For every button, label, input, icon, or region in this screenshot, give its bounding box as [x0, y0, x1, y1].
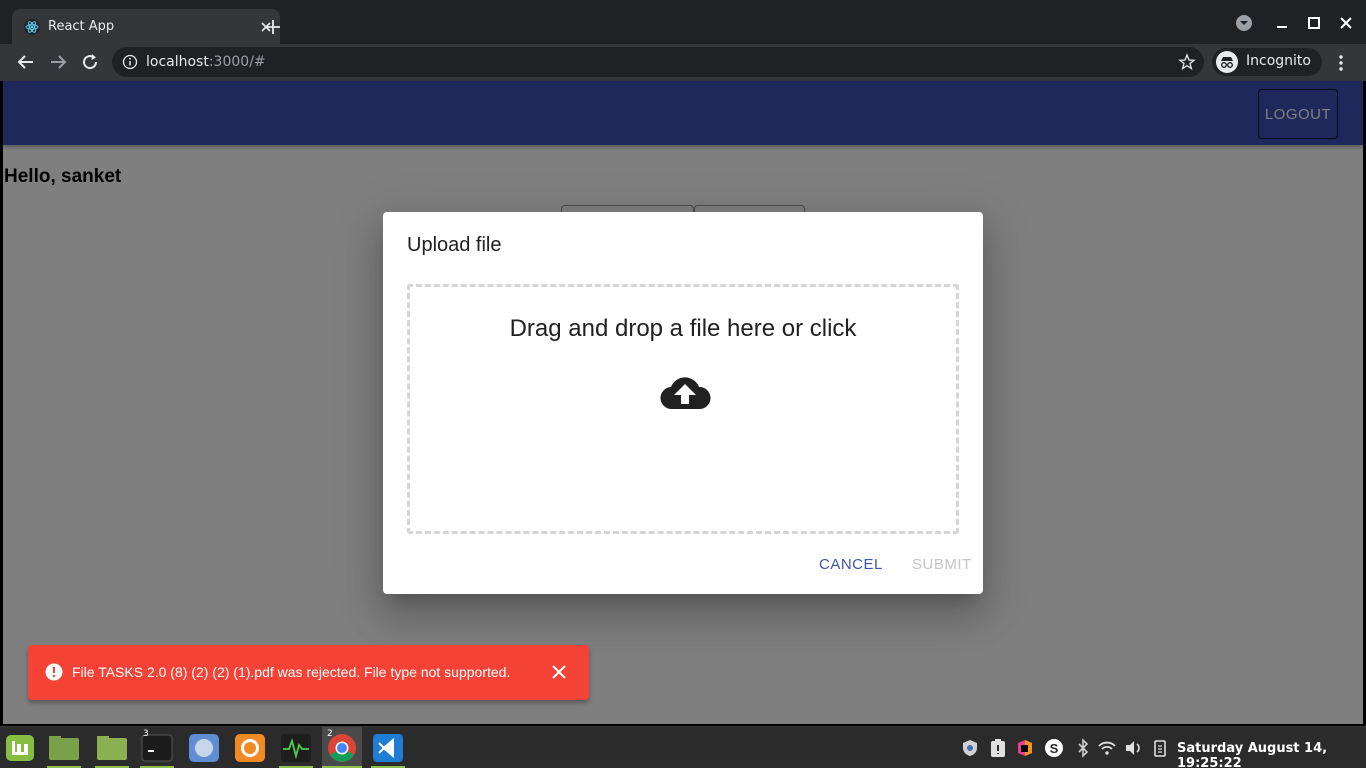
- address-bar[interactable]: localhost:3000/#: [112, 47, 1204, 77]
- error-snackbar: File TASKS 2.0 (8) (2) (2) (1).pdf was r…: [28, 645, 589, 700]
- page-viewport: LOGOUT Hello, sanket Upload file Drag an…: [3, 81, 1363, 724]
- site-info-icon[interactable]: [122, 54, 138, 70]
- svg-text:S: S: [1050, 741, 1059, 756]
- tab-title: React App: [48, 19, 115, 34]
- new-tab-icon[interactable]: [264, 18, 282, 36]
- submit-button[interactable]: SUBMIT: [912, 556, 972, 573]
- system-monitor-icon[interactable]: [279, 731, 313, 765]
- terminal-badge: 3: [143, 729, 149, 739]
- dropzone-text: Drag and drop a file here or click: [509, 315, 857, 342]
- url-text: localhost:3000/#: [146, 54, 266, 70]
- screen: React App localhost:3000/# Incognito Upl…: [0, 0, 1366, 768]
- react-logo-icon: [24, 19, 40, 35]
- snackbar-message: File TASKS 2.0 (8) (2) (2) (1).pdf was r…: [72, 664, 511, 680]
- volume-icon[interactable]: [1123, 738, 1143, 758]
- dialog-title: Upload file: [407, 234, 502, 256]
- maximize-icon[interactable]: [1305, 14, 1323, 32]
- mint-menu-icon[interactable]: [4, 731, 38, 765]
- url-path: :3000/#: [208, 54, 266, 70]
- vscode-icon[interactable]: [371, 731, 405, 765]
- tab-search-icon[interactable]: [1235, 14, 1253, 32]
- cancel-button[interactable]: CANCEL: [819, 556, 883, 573]
- url-host: localhost: [146, 54, 209, 70]
- folder-green-icon[interactable]: [47, 731, 81, 765]
- incognito-label: Incognito: [1246, 53, 1311, 69]
- chrome-badge: 2: [327, 729, 333, 739]
- upload-dialog: Upload file Drag and drop a file here or…: [383, 212, 983, 594]
- clock[interactable]: Saturday August 14, 19:25:22: [1177, 741, 1366, 768]
- chromium-icon[interactable]: [187, 731, 221, 765]
- incognito-icon: [1216, 51, 1238, 73]
- wifi-icon[interactable]: [1097, 738, 1117, 758]
- jetbrains-toolbox-icon[interactable]: [1015, 738, 1035, 758]
- browser-toolbar: localhost:3000/# Incognito: [0, 44, 1366, 81]
- browser-tabstrip: React App: [0, 0, 1366, 44]
- incognito-profile-button[interactable]: Incognito: [1212, 48, 1322, 76]
- os-taskbar: 3 2 S Saturday August 14, 19:25:22: [0, 726, 1366, 768]
- bookmark-star-icon[interactable]: [1178, 53, 1196, 71]
- cloud-upload-icon: [660, 377, 711, 410]
- file-dropzone[interactable]: Drag and drop a file here or click: [407, 284, 959, 534]
- reload-icon[interactable]: [80, 52, 100, 72]
- shield-icon[interactable]: [960, 738, 980, 758]
- close-icon[interactable]: [550, 663, 568, 681]
- firefox-icon[interactable]: [233, 731, 267, 765]
- browser-tab[interactable]: React App: [12, 9, 280, 44]
- file-manager-icon[interactable]: [95, 731, 129, 765]
- close-window-icon[interactable]: [1337, 14, 1355, 32]
- battery-notes-icon[interactable]: [1150, 738, 1170, 758]
- error-icon: [45, 663, 63, 681]
- clipboard-icon[interactable]: [988, 738, 1008, 758]
- forward-icon[interactable]: [48, 52, 68, 72]
- minimize-icon[interactable]: [1273, 14, 1291, 32]
- back-icon[interactable]: [16, 52, 36, 72]
- browser-menu-icon[interactable]: [1331, 53, 1351, 73]
- skype-icon[interactable]: S: [1044, 738, 1064, 758]
- bluetooth-icon[interactable]: [1073, 738, 1093, 758]
